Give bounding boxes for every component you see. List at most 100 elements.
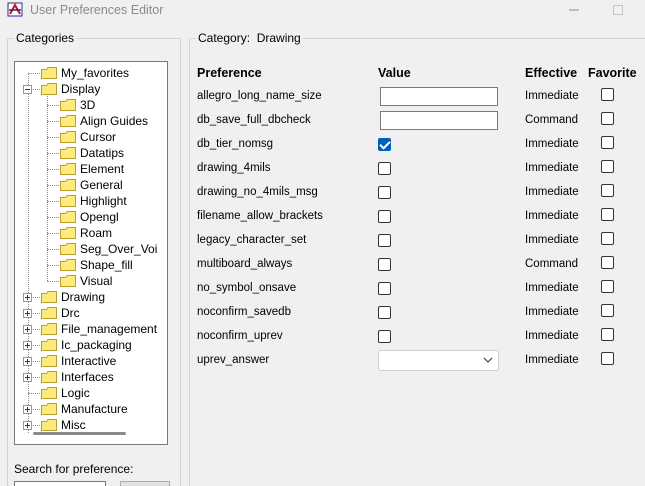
category-legend-value: Drawing [256, 31, 301, 45]
expand-icon[interactable] [23, 293, 32, 302]
tree-item-interactive[interactable]: Interactive [15, 353, 165, 369]
tree-item-label: Seg_Over_Voi [80, 242, 158, 256]
minimize-icon[interactable] [562, 0, 586, 20]
favorite-checkbox-filename-allow-brackets[interactable] [601, 208, 614, 221]
tree-horizontal-scrollbar[interactable] [33, 432, 126, 435]
tree-item-logic[interactable]: Logic [15, 385, 165, 401]
tree-item-label: Align Guides [80, 114, 149, 128]
preference-name-noconfirm-uprev: noconfirm_uprev [197, 330, 283, 342]
value-checkbox-drawing-no-4mils-msg[interactable] [378, 186, 391, 199]
tree-item-label: Shape_fill [80, 258, 133, 272]
tree-item-3d[interactable]: 3D [15, 97, 165, 113]
tree-item-align-guides[interactable]: Align Guides [15, 113, 165, 129]
favorite-checkbox-noconfirm-uprev[interactable] [601, 328, 614, 341]
search-button[interactable] [120, 481, 170, 486]
value-dropdown-uprev-answer[interactable] [378, 350, 499, 371]
value-checkbox-db-tier-nomsg[interactable] [378, 138, 391, 151]
tree-item-file-management[interactable]: File_management [15, 321, 165, 337]
preference-name-db-save-full-dbcheck: db_save_full_dbcheck [197, 114, 311, 126]
favorite-checkbox-allegro-long-name-size[interactable] [601, 88, 614, 101]
favorite-checkbox-no-symbol-onsave[interactable] [601, 280, 614, 293]
expand-icon[interactable] [23, 421, 32, 430]
effective-noconfirm-savedb: Immediate [525, 306, 579, 318]
tree-item-label: Display [61, 82, 101, 96]
effective-legacy-character-set: Immediate [525, 234, 579, 246]
value-input-allegro-long-name-size[interactable] [380, 87, 498, 106]
tree-item-drawing[interactable]: Drawing [15, 289, 165, 305]
tree-item-general[interactable]: General [15, 177, 165, 193]
collapse-icon[interactable] [23, 85, 32, 94]
tree-guide-line [28, 73, 42, 74]
tree-guide-line [47, 201, 61, 202]
maximize-icon[interactable] [606, 0, 630, 20]
expand-icon[interactable] [23, 325, 32, 334]
tree-item-label: Drawing [61, 290, 106, 304]
tree-item-seg-over-voi[interactable]: Seg_Over_Voi [15, 241, 165, 257]
effective-uprev-answer: Immediate [525, 354, 579, 366]
tree-item-label: Roam [80, 226, 113, 240]
tree-guide-line [28, 393, 42, 394]
expand-icon[interactable] [23, 405, 32, 414]
folder-icon [60, 179, 76, 191]
folder-icon [60, 227, 76, 239]
favorite-checkbox-drawing-4mils[interactable] [601, 160, 614, 173]
favorite-checkbox-db-save-full-dbcheck[interactable] [601, 112, 614, 125]
folder-icon [60, 195, 76, 207]
tree-item-visual[interactable]: Visual [15, 273, 165, 289]
tree-item-element[interactable]: Element [15, 161, 165, 177]
tree-guide-line [47, 121, 61, 122]
effective-drawing-no-4mils-msg: Immediate [525, 186, 579, 198]
tree-item-manufacture[interactable]: Manufacture [15, 401, 165, 417]
tree-item-cursor[interactable]: Cursor [15, 129, 165, 145]
preference-name-db-tier-nomsg: db_tier_nomsg [197, 138, 274, 150]
folder-icon [41, 83, 57, 95]
tree-item-interfaces[interactable]: Interfaces [15, 369, 165, 385]
tree-item-opengl[interactable]: Opengl [15, 209, 165, 225]
expand-icon[interactable] [23, 309, 32, 318]
favorite-checkbox-legacy-character-set[interactable] [601, 232, 614, 245]
tree-item-misc[interactable]: Misc [15, 417, 165, 433]
tree-item-label: Datatips [80, 146, 125, 160]
favorite-checkbox-db-tier-nomsg[interactable] [601, 136, 614, 149]
folder-icon [41, 387, 57, 399]
preference-name-filename-allow-brackets: filename_allow_brackets [197, 210, 323, 222]
search-input[interactable] [14, 481, 106, 486]
tree-item-ic-packaging[interactable]: Ic_packaging [15, 337, 165, 353]
tree-item-label: General [80, 178, 123, 192]
tree-item-datatips[interactable]: Datatips [15, 145, 165, 161]
favorite-checkbox-drawing-no-4mils-msg[interactable] [601, 184, 614, 197]
value-input-db-save-full-dbcheck[interactable] [380, 111, 498, 130]
preference-name-multiboard-always: multiboard_always [197, 258, 293, 270]
value-checkbox-drawing-4mils[interactable] [378, 162, 391, 175]
tree-item-roam[interactable]: Roam [15, 225, 165, 241]
tree-guide-line [47, 153, 61, 154]
expand-icon[interactable] [23, 373, 32, 382]
favorite-checkbox-noconfirm-savedb[interactable] [601, 304, 614, 317]
folder-icon [60, 115, 76, 127]
value-checkbox-legacy-character-set[interactable] [378, 234, 391, 247]
tree-item-label: Interactive [61, 354, 117, 368]
folder-icon [60, 259, 76, 271]
value-checkbox-filename-allow-brackets[interactable] [378, 210, 391, 223]
effective-filename-allow-brackets: Immediate [525, 210, 579, 222]
tree-item-display[interactable]: Display [15, 81, 165, 97]
tree-item-my-favorites[interactable]: My_favorites [15, 65, 165, 81]
favorite-checkbox-multiboard-always[interactable] [601, 256, 614, 269]
value-checkbox-multiboard-always[interactable] [378, 258, 391, 271]
tree-item-drc[interactable]: Drc [15, 305, 165, 321]
header-preference: Preference [197, 66, 262, 80]
value-checkbox-no-symbol-onsave[interactable] [378, 282, 391, 295]
favorite-checkbox-uprev-answer[interactable] [601, 352, 614, 365]
tree-guide-line [47, 217, 61, 218]
expand-icon[interactable] [23, 341, 32, 350]
value-checkbox-noconfirm-uprev[interactable] [378, 330, 391, 343]
expand-icon[interactable] [23, 357, 32, 366]
header-value: Value [378, 66, 411, 80]
tree-guide-line [47, 169, 61, 170]
category-tree[interactable]: My_favorites Display 3D Align Guides Cursor D… [14, 61, 168, 445]
tree-item-shape-fill[interactable]: Shape_fill [15, 257, 165, 273]
tree-guide-line [47, 137, 61, 138]
tree-item-highlight[interactable]: Highlight [15, 193, 165, 209]
categories-legend: Categories [14, 31, 77, 45]
value-checkbox-noconfirm-savedb[interactable] [378, 306, 391, 319]
